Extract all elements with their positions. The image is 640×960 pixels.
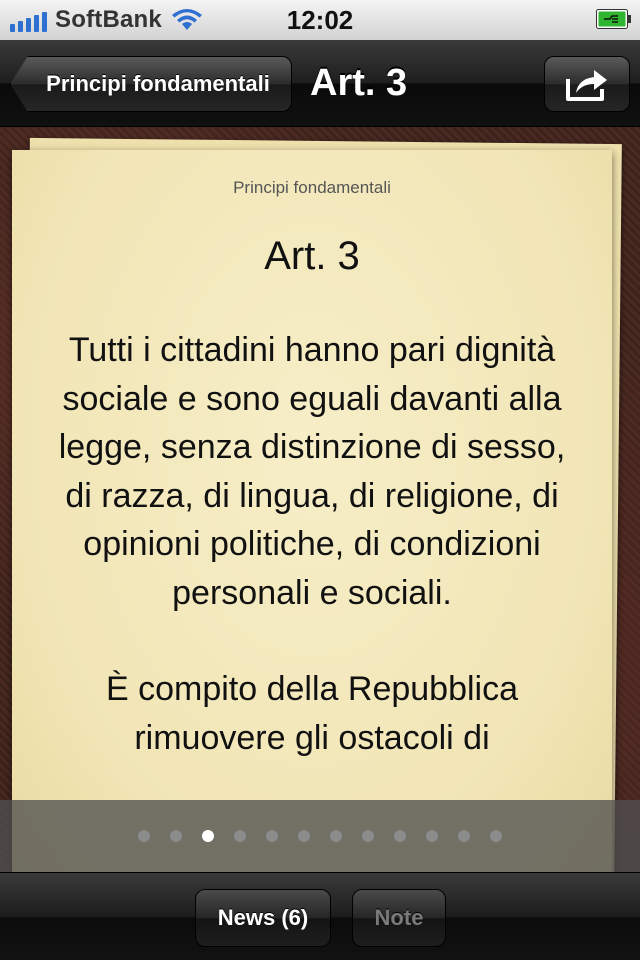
section-label: Principi fondamentali	[233, 178, 391, 197]
page-dot[interactable]	[458, 830, 470, 842]
back-button[interactable]: Principi fondamentali	[10, 56, 292, 112]
status-bar: SoftBank 12:02	[0, 0, 640, 41]
page-dot[interactable]	[202, 830, 214, 842]
note-button[interactable]: Note	[352, 889, 446, 947]
page-dot[interactable]	[298, 830, 310, 842]
news-button[interactable]: News (6)	[195, 889, 331, 947]
article-paragraph: Tutti i cittadini hanno pari dignità soc…	[58, 331, 566, 612]
page-dot[interactable]	[330, 830, 342, 842]
page-dot[interactable]	[234, 830, 246, 842]
page-dot[interactable]	[266, 830, 278, 842]
page-dot[interactable]	[138, 830, 150, 842]
status-time: 12:02	[286, 5, 354, 35]
share-icon	[566, 70, 607, 101]
back-button-label: Principi fondamentali	[46, 71, 270, 96]
share-button[interactable]	[544, 56, 630, 112]
battery-charging-icon	[596, 9, 631, 29]
article-title: Art. 3	[264, 234, 360, 278]
page-dot[interactable]	[394, 830, 406, 842]
nav-title: Art. 3	[310, 62, 408, 104]
page-dot[interactable]	[490, 830, 502, 842]
note-button-label: Note	[374, 905, 424, 930]
page-control[interactable]	[0, 800, 640, 872]
news-button-label: News (6)	[217, 905, 309, 930]
page-dot[interactable]	[170, 830, 182, 842]
bottom-toolbar: News (6) Note	[0, 872, 640, 960]
article-paragraph: È compito della Repubblica rimuovere gli…	[105, 670, 519, 757]
article-body: Tutti i cittadini hanno pari dignità soc…	[42, 326, 582, 810]
article-page[interactable]: Principi fondamentali Art. 3 Tutti i cit…	[12, 150, 612, 880]
page-dot[interactable]	[362, 830, 374, 842]
navigation-bar: Principi fondamentali Art. 3	[0, 40, 640, 128]
page-dot[interactable]	[426, 830, 438, 842]
